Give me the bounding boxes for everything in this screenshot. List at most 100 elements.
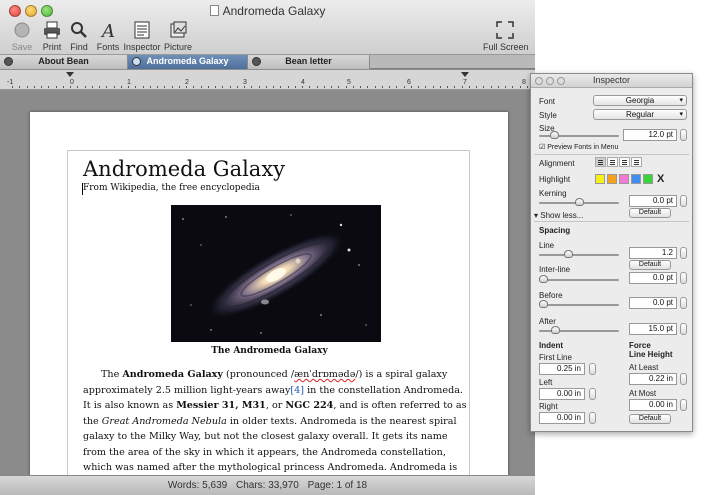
after-stepper[interactable]: [680, 323, 687, 335]
bold-term: Andromeda Galaxy: [122, 369, 223, 380]
printer-icon: [44, 21, 60, 39]
ruler-tick: [346, 86, 347, 88]
style-select[interactable]: Regular ▾: [593, 109, 687, 120]
inspector-button[interactable]: Inspector: [123, 20, 161, 54]
size-stepper[interactable]: [680, 129, 687, 141]
highlight-pink-swatch[interactable]: [619, 174, 629, 184]
tab-close-icon[interactable]: [132, 57, 141, 66]
after-slider-knob[interactable]: [551, 326, 560, 334]
ruler-number: 2: [185, 79, 189, 86]
before-slider-knob[interactable]: [539, 300, 548, 308]
at-least-stepper[interactable]: [680, 373, 687, 385]
show-less-toggle[interactable]: ▾ Show less...: [534, 211, 583, 220]
ruler-tick: [505, 86, 506, 88]
save-button[interactable]: Save: [8, 20, 36, 54]
bold-term: Messier 31, M31: [176, 400, 266, 411]
line-slider[interactable]: [539, 254, 619, 256]
window-title: Andromeda Galaxy: [222, 4, 326, 18]
ruler-tick: [70, 86, 71, 88]
ruler-tick: [295, 86, 296, 88]
fullscreen-button[interactable]: Full Screen: [483, 20, 529, 54]
ruler-tick: [77, 86, 78, 88]
size-slider-knob[interactable]: [550, 131, 559, 139]
size-field[interactable]: 12.0 pt: [623, 129, 677, 141]
line-height-default-button[interactable]: Default: [629, 414, 671, 424]
line-slider-knob[interactable]: [564, 250, 573, 258]
line-spacing-field[interactable]: 1.2: [629, 247, 677, 259]
line-stepper[interactable]: [680, 247, 687, 259]
tab-close-icon[interactable]: [252, 57, 261, 66]
right-indent-field[interactable]: 0.00 in: [539, 412, 585, 424]
align-center-button[interactable]: [607, 157, 618, 167]
align-left-button[interactable]: [595, 157, 606, 167]
before-stepper[interactable]: [680, 297, 687, 309]
ruler-tick: [56, 86, 57, 88]
fonts-button[interactable]: A Fonts: [94, 20, 122, 54]
print-label: Print: [42, 42, 62, 52]
at-most-field[interactable]: 0.00 in: [629, 399, 677, 411]
left-indent-marker[interactable]: [66, 72, 74, 77]
tab-close-icon[interactable]: [4, 57, 13, 66]
after-field[interactable]: 15.0 pt: [629, 323, 677, 335]
kerning-stepper[interactable]: [680, 195, 687, 207]
ruler-tick: [208, 86, 209, 88]
left-indent-field[interactable]: 0.00 in: [539, 388, 585, 400]
highlight-orange-swatch[interactable]: [607, 174, 617, 184]
fonts-label: Fonts: [96, 42, 120, 52]
highlight-green-swatch[interactable]: [643, 174, 653, 184]
document-icon: [209, 5, 219, 16]
before-slider[interactable]: [539, 304, 619, 306]
inspector-zoom-button[interactable]: [557, 77, 565, 85]
ruler-tick: [48, 86, 49, 88]
line-default-button[interactable]: Default: [629, 260, 671, 270]
align-justify-button[interactable]: [631, 157, 642, 167]
footnote-link[interactable]: [4]: [290, 385, 304, 396]
inspector-close-button[interactable]: [535, 77, 543, 85]
kerning-default-button[interactable]: Default: [629, 208, 671, 218]
highlight-blue-swatch[interactable]: [631, 174, 641, 184]
interline-slider[interactable]: [539, 279, 619, 281]
left-indent-stepper[interactable]: [589, 388, 596, 400]
highlight-yellow-swatch[interactable]: [595, 174, 605, 184]
right-indent-marker[interactable]: [461, 72, 469, 77]
kerning-field[interactable]: 0.0 pt: [629, 195, 677, 207]
interline-field[interactable]: 0.0 pt: [629, 272, 677, 284]
right-indent-stepper[interactable]: [589, 412, 596, 424]
ruler-tick: [353, 86, 354, 88]
fonts-icon: A: [100, 21, 115, 40]
text-area[interactable]: Andromeda Galaxy From Wikipedia, the fre…: [67, 150, 470, 475]
first-line-stepper[interactable]: [589, 363, 596, 375]
inspector-title-bar[interactable]: Inspector: [531, 74, 692, 88]
ruler-number: 3: [243, 79, 247, 86]
tab-andromeda-galaxy[interactable]: Andromeda Galaxy: [128, 55, 248, 69]
tab-bean-letter[interactable]: Bean letter: [248, 55, 370, 69]
font-select[interactable]: Georgia ▾: [593, 95, 687, 106]
andromeda-galaxy-image[interactable]: [171, 205, 381, 342]
page[interactable]: Andromeda Galaxy From Wikipedia, the fre…: [30, 112, 508, 475]
inspector-minimize-button[interactable]: [546, 77, 554, 85]
kerning-slider-knob[interactable]: [575, 198, 584, 206]
preview-fonts-checkbox[interactable]: ☑ Preview Fonts in Menu: [539, 143, 618, 151]
preview-fonts-label: Preview Fonts in Menu: [547, 144, 619, 151]
ruler-tick: [157, 86, 158, 88]
magnifier-icon: [71, 22, 87, 38]
at-least-label: At Least: [629, 363, 659, 372]
ruler-tick: [433, 86, 434, 88]
print-button[interactable]: Print: [38, 20, 66, 54]
first-line-field[interactable]: 0.25 in: [539, 363, 585, 375]
ruler[interactable]: -1 0 1 2 3 4 5 6 7 8: [0, 70, 535, 90]
interline-stepper[interactable]: [680, 272, 687, 284]
at-most-stepper[interactable]: [680, 399, 687, 411]
picture-button[interactable]: Picture: [163, 20, 193, 54]
ruler-tick: [418, 86, 419, 88]
interline-slider-knob[interactable]: [539, 275, 548, 283]
align-right-button[interactable]: [619, 157, 630, 167]
document-title: Andromeda Galaxy: [83, 157, 286, 181]
at-least-field[interactable]: 0.22 in: [629, 373, 677, 385]
tab-about-bean[interactable]: About Bean: [0, 55, 128, 69]
ruler-tick: [520, 86, 521, 88]
inspector-label: Inspector: [123, 42, 161, 52]
find-button[interactable]: Find: [66, 20, 92, 54]
before-field[interactable]: 0.0 pt: [629, 297, 677, 309]
clear-highlight-button[interactable]: X: [657, 173, 664, 185]
